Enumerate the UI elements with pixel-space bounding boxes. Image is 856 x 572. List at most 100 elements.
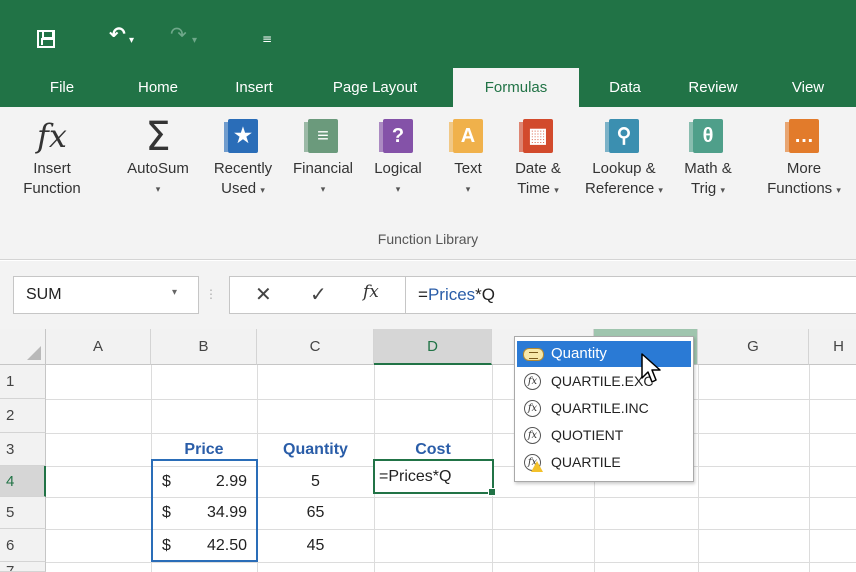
enter-icon[interactable]: ✓: [310, 282, 327, 306]
financial-label: Financial: [292, 160, 354, 177]
prices-range-highlight: [151, 459, 258, 562]
redo-dropdown-icon[interactable]: ▾: [192, 31, 197, 51]
column-header-a[interactable]: A: [46, 329, 151, 365]
math-trig-dropdown-icon: ▾: [720, 185, 725, 195]
date-time-icon: ▦: [519, 119, 553, 153]
row-header-5[interactable]: 5: [0, 497, 46, 529]
function-icon: fx: [524, 373, 541, 390]
recently-used-label-1: Recently: [213, 160, 273, 177]
autosum-label: AutoSum: [127, 160, 189, 177]
column-header-b[interactable]: B: [151, 329, 257, 365]
formula-autocomplete-list: Quantity fx QUARTILE.EXC fx QUARTILE.INC…: [514, 336, 694, 482]
recently-used-label-2: Used: [221, 180, 257, 197]
autocomplete-item-label: QUARTILE.INC: [551, 400, 649, 416]
financial-button[interactable]: ≡ Financial ▾: [285, 107, 361, 199]
date-time-dropdown-icon: ▾: [554, 185, 559, 195]
formula-suffix: *Q: [475, 285, 496, 304]
quick-access-toolbar: ↶ ▾ ↷ ▾ ≡: [0, 0, 856, 68]
recently-used-icon: ★: [224, 119, 258, 153]
name-box-dropdown-icon[interactable]: ▾: [172, 287, 177, 298]
date-time-label-2: Time: [517, 180, 551, 197]
lookup-reference-button[interactable]: ⚲ Lookup & Reference ▾: [574, 107, 674, 200]
insert-function-label-1: Insert: [33, 160, 71, 177]
autosum-button[interactable]: Σ AutoSum ▾: [116, 107, 200, 199]
defined-name-icon: [523, 348, 544, 361]
lookup-reference-icon: ⚲: [605, 119, 639, 153]
tab-review[interactable]: Review: [676, 68, 750, 107]
logical-label: Logical: [374, 160, 422, 177]
redo-icon[interactable]: ↷: [170, 24, 187, 44]
tab-data[interactable]: Data: [596, 68, 654, 107]
text-label: Text: [454, 160, 482, 177]
select-all-corner[interactable]: [0, 329, 46, 365]
insert-function-icon: fx: [37, 117, 67, 155]
more-functions-label-2: Functions: [767, 180, 833, 197]
column-header-d[interactable]: D: [374, 329, 492, 365]
tab-insert[interactable]: Insert: [224, 68, 284, 107]
customize-toolbar-icon[interactable]: ≡: [262, 29, 272, 49]
save-icon[interactable]: [37, 30, 55, 48]
tab-home[interactable]: Home: [128, 68, 188, 107]
more-functions-dropdown-icon: ▾: [836, 185, 841, 195]
autocomplete-item-quartile-inc[interactable]: fx QUARTILE.INC: [517, 395, 691, 421]
function-icon: fx: [524, 400, 541, 417]
column-header-h[interactable]: H: [809, 329, 856, 365]
tab-view[interactable]: View: [776, 68, 840, 107]
more-functions-label-1: More: [786, 160, 822, 177]
column-header-g[interactable]: G: [698, 329, 809, 365]
column-header-c[interactable]: C: [257, 329, 374, 365]
autocomplete-item-label: QUOTIENT: [551, 427, 624, 443]
formula-prefix: =: [418, 285, 428, 304]
row-header-2[interactable]: 2: [0, 399, 46, 433]
math-trig-button[interactable]: θ Math & Trig ▾: [674, 107, 742, 200]
autocomplete-item-quartile[interactable]: fx QUARTILE: [517, 449, 691, 475]
autocomplete-item-label: Quantity: [551, 345, 607, 362]
row-header-3[interactable]: 3: [0, 433, 46, 466]
date-time-button[interactable]: ▦ Date & Time ▾: [502, 107, 574, 200]
tab-page-layout[interactable]: Page Layout: [317, 68, 433, 107]
autocomplete-item-label: QUARTILE: [551, 454, 621, 470]
more-functions-icon: …: [785, 119, 819, 153]
worksheet-grid: A B C D E F G H 1 2 3 4 5 6 7 Price Quan…: [0, 329, 856, 572]
cell-c4[interactable]: 5: [257, 466, 374, 497]
formula-bar-grip-icon[interactable]: ⋮: [205, 287, 217, 301]
lookup-reference-label-1: Lookup &: [592, 160, 656, 177]
lookup-reference-dropdown-icon: ▾: [658, 185, 663, 195]
insert-function-button[interactable]: fx Insert Function: [22, 107, 82, 199]
autocomplete-item-quotient[interactable]: fx QUOTIENT: [517, 422, 691, 448]
insert-function-small-icon[interactable]: fx: [363, 282, 379, 302]
logical-button[interactable]: ? Logical ▾: [367, 107, 429, 199]
date-time-label-1: Date &: [515, 160, 561, 177]
tab-formulas[interactable]: Formulas: [453, 68, 579, 107]
tab-file[interactable]: File: [34, 68, 90, 107]
cell-c5[interactable]: 65: [257, 497, 374, 529]
more-functions-button[interactable]: … More Functions ▾: [752, 107, 856, 200]
text-button[interactable]: A Text ▾: [446, 107, 490, 199]
math-trig-label-1: Math &: [684, 160, 732, 177]
function-library-group-label: Function Library: [377, 231, 479, 247]
row-header-6[interactable]: 6: [0, 529, 46, 562]
formula-input[interactable]: =Prices*Q: [405, 276, 856, 314]
recently-used-button[interactable]: ★ Recently Used ▾: [204, 107, 282, 200]
math-trig-label-2: Trig: [691, 180, 717, 197]
cell-c3-quantity-header[interactable]: Quantity: [257, 433, 374, 466]
cancel-icon[interactable]: ✕: [255, 282, 272, 306]
math-trig-icon: θ: [689, 119, 723, 153]
cell-c6[interactable]: 45: [257, 529, 374, 562]
logical-icon: ?: [379, 119, 413, 153]
autosum-dropdown-icon: ▾: [155, 184, 161, 194]
undo-icon[interactable]: ↶: [109, 24, 126, 44]
lookup-reference-label-2: Reference: [585, 180, 655, 197]
ribbon-tabs: File Home Insert Page Layout Formulas Da…: [0, 68, 856, 107]
row-header-4[interactable]: 4: [0, 466, 46, 497]
active-cell-d4[interactable]: =Prices*Q: [373, 459, 496, 496]
warning-icon: [531, 461, 543, 472]
function-icon: fx: [524, 427, 541, 444]
undo-dropdown-icon[interactable]: ▾: [129, 31, 134, 51]
financial-icon: ≡: [304, 119, 338, 153]
autocomplete-item-quartile-exc[interactable]: fx QUARTILE.EXC: [517, 368, 691, 394]
autocomplete-item-quantity[interactable]: Quantity: [517, 341, 691, 367]
row-header-1[interactable]: 1: [0, 365, 46, 399]
financial-dropdown-icon: ▾: [320, 184, 326, 194]
row-header-7[interactable]: 7: [0, 562, 46, 572]
